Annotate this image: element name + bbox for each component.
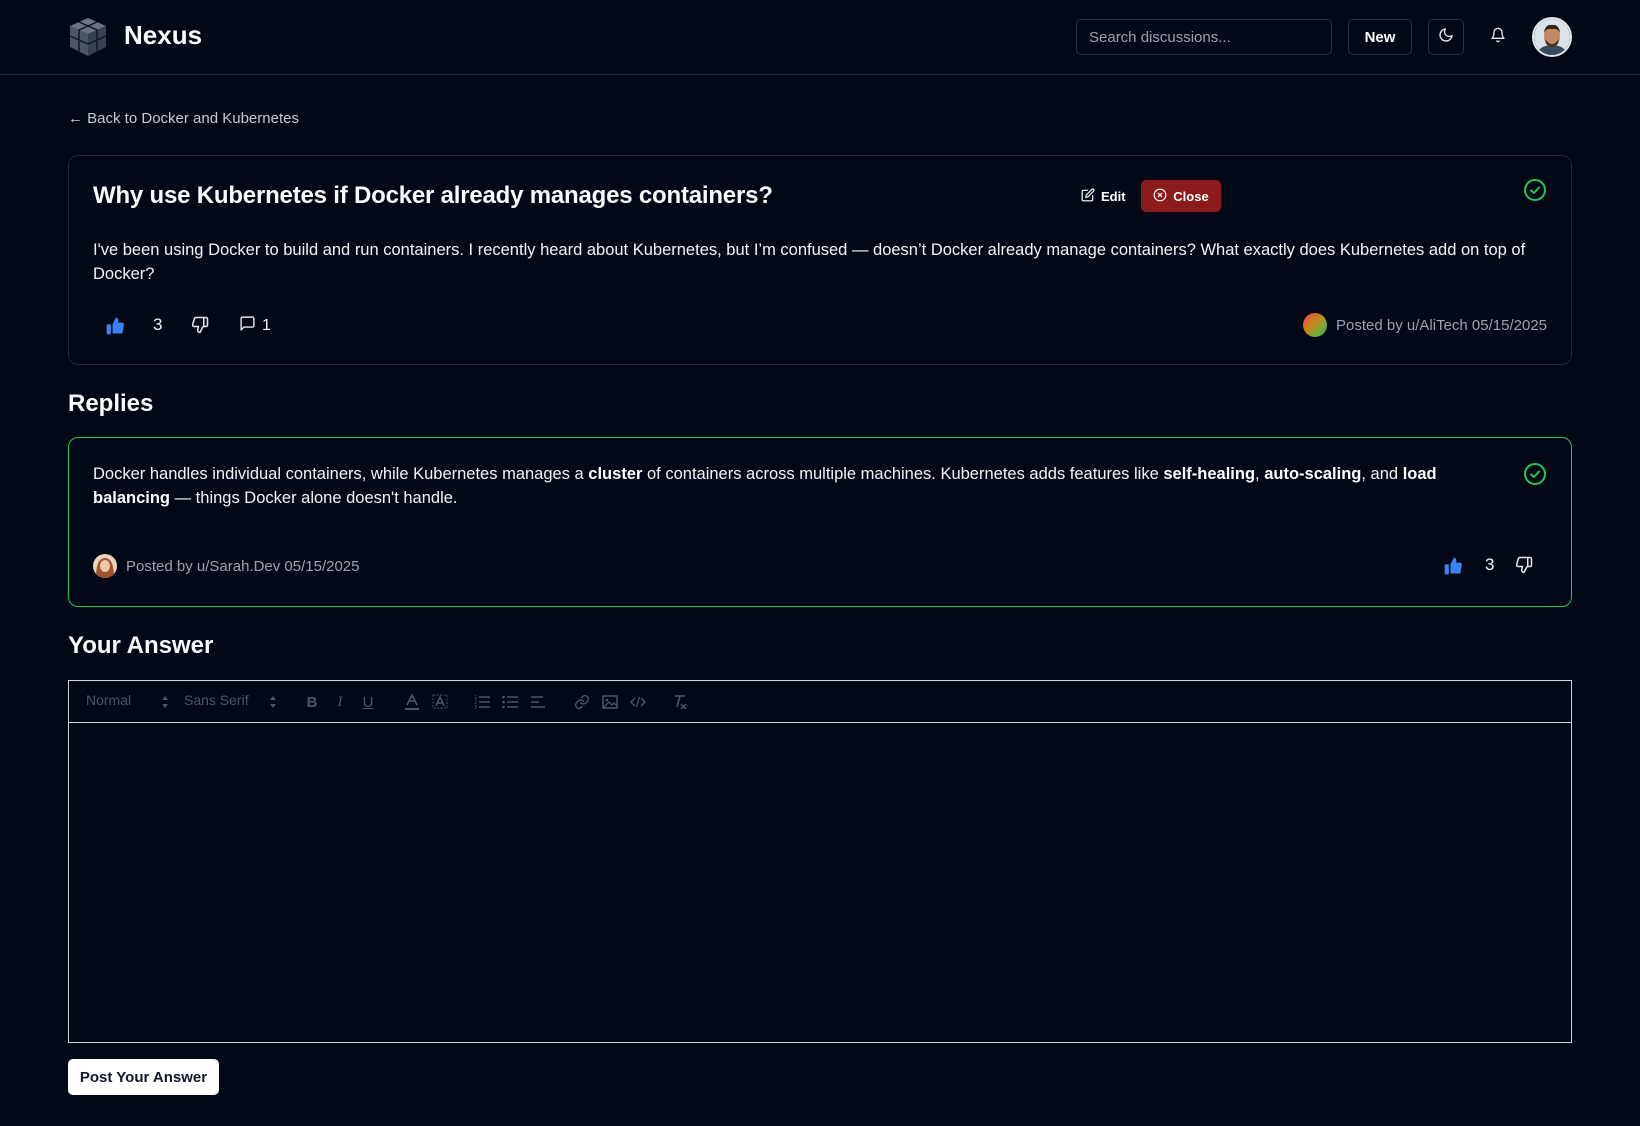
edit-icon	[1081, 188, 1095, 205]
new-post-button[interactable]: New	[1348, 19, 1412, 55]
notifications-button[interactable]	[1480, 19, 1516, 55]
reply-author-avatar[interactable]	[93, 554, 117, 578]
comment-count: 1	[262, 317, 271, 334]
background-color-icon[interactable]	[431, 693, 449, 711]
question-card: Why use Kubernetes if Docker already man…	[68, 155, 1572, 365]
italic-icon[interactable]: I	[331, 693, 349, 711]
replies-heading: Replies	[68, 390, 154, 417]
user-avatar[interactable]	[1532, 17, 1572, 57]
cube-logo-icon[interactable]	[68, 16, 108, 58]
edit-label: Edit	[1101, 188, 1126, 204]
clear-format-icon[interactable]	[671, 693, 689, 711]
reply-text: — things Docker alone doesn't handle.	[170, 489, 458, 507]
reply-text: , and	[1361, 465, 1403, 483]
reply-card: Docker handles individual containers, wh…	[68, 437, 1572, 607]
reply-vote-count: 3	[1485, 555, 1495, 574]
question-body: I've been using Docker to build and run …	[93, 241, 1526, 283]
bullet-list-icon[interactable]	[501, 693, 519, 711]
thumbs-up-icon[interactable]	[105, 316, 125, 336]
format-select[interactable]: Normal	[86, 692, 131, 708]
align-icon[interactable]	[529, 693, 547, 711]
question-title: Why use Kubernetes if Docker already man…	[93, 182, 773, 209]
reply-text: ,	[1255, 465, 1265, 483]
comments-button[interactable]: 1	[239, 315, 271, 337]
close-label: Close	[1173, 188, 1209, 204]
code-icon[interactable]	[629, 693, 647, 711]
reply-body: Docker handles individual containers, wh…	[93, 462, 1463, 510]
chevron-updown-icon	[161, 695, 169, 709]
brand-name[interactable]: Nexus	[124, 20, 202, 51]
question-author-info: Posted by u/AliTech 05/15/2025	[1336, 316, 1547, 334]
thumbs-up-icon[interactable]	[1443, 556, 1463, 576]
bell-icon	[1490, 27, 1506, 48]
svg-text:3: 3	[474, 705, 477, 710]
reply-text-bold: auto-scaling	[1264, 465, 1362, 483]
image-icon[interactable]	[601, 693, 619, 711]
answer-heading: Your Answer	[68, 632, 214, 659]
ordered-list-icon[interactable]: 123	[473, 693, 491, 711]
editor-toolbar: Normal Sans Serif B I U 123	[69, 681, 1571, 723]
theme-toggle-button[interactable]	[1428, 19, 1464, 55]
post-answer-button[interactable]: Post Your Answer	[68, 1059, 219, 1095]
reply-author-info: Posted by u/Sarah.Dev 05/15/2025	[126, 557, 360, 575]
answer-text-area[interactable]	[69, 723, 1571, 1042]
check-circle-icon	[1523, 462, 1547, 486]
vote-count: 3	[153, 315, 163, 334]
font-select[interactable]: Sans Serif	[184, 692, 249, 708]
thumbs-down-icon[interactable]	[191, 316, 211, 336]
link-icon[interactable]	[573, 693, 591, 711]
top-header: Nexus New	[0, 0, 1640, 75]
reply-text-bold: cluster	[588, 465, 643, 483]
edit-button[interactable]: Edit	[1071, 181, 1136, 211]
bold-icon[interactable]: B	[303, 693, 321, 711]
x-circle-icon	[1153, 188, 1167, 205]
reply-text-bold: self-healing	[1163, 465, 1256, 483]
reply-meta: Posted by u/Sarah.Dev 05/15/2025	[93, 554, 360, 578]
reply-text: Docker handles individual containers, wh…	[93, 465, 589, 483]
chevron-updown-icon	[269, 695, 277, 709]
back-link[interactable]: ← Back to Docker and Kubernetes	[68, 110, 299, 127]
question-meta: Posted by u/AliTech 05/15/2025	[1303, 313, 1547, 337]
rich-text-editor: Normal Sans Serif B I U 123	[68, 680, 1572, 1043]
author-avatar[interactable]	[1303, 313, 1328, 337]
underline-icon[interactable]: U	[359, 693, 377, 711]
thumbs-down-icon[interactable]	[1515, 556, 1535, 576]
check-circle-icon	[1523, 178, 1547, 202]
reply-text: of containers across multiple machines. …	[642, 465, 1164, 483]
search-input[interactable]	[1076, 19, 1332, 55]
message-square-icon	[239, 315, 256, 337]
close-button[interactable]: Close	[1141, 180, 1221, 212]
moon-icon	[1438, 27, 1454, 48]
text-color-icon[interactable]	[403, 693, 421, 711]
